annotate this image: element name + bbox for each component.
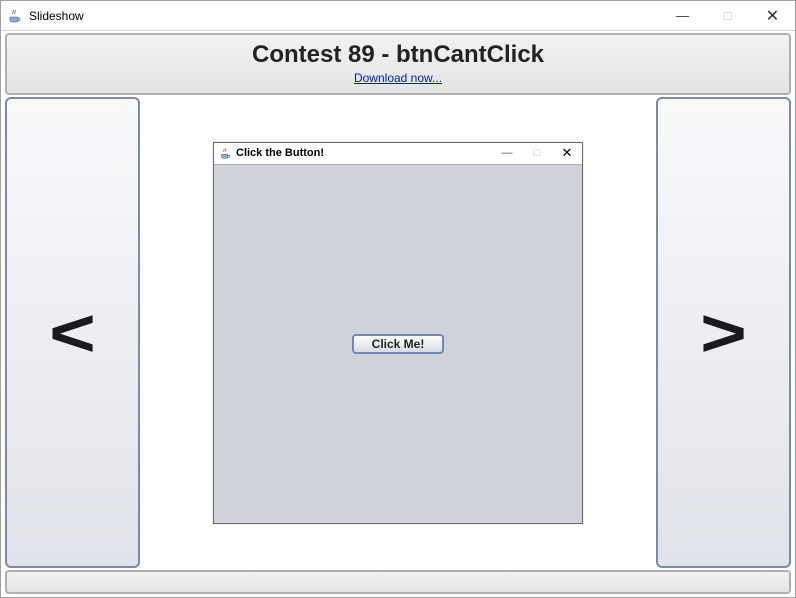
close-button[interactable]: ✕: [750, 1, 795, 30]
inner-titlebar: Click the Button! — □ ✕: [214, 143, 582, 165]
chevron-right-icon: >: [700, 299, 747, 367]
maximize-button[interactable]: □: [705, 1, 750, 30]
outer-window-controls: — □ ✕: [660, 1, 795, 30]
download-link[interactable]: Download now...: [354, 71, 442, 85]
prev-button[interactable]: <: [5, 97, 140, 568]
header-panel: Contest 89 - btnCantClick Download now..…: [5, 33, 791, 95]
main-area: < Click the Button! —: [5, 97, 791, 568]
inner-window-body: Click Me!: [214, 165, 582, 523]
inner-minimize-button[interactable]: —: [492, 143, 522, 164]
outer-titlebar: Slideshow — □ ✕: [1, 1, 795, 31]
minimize-button[interactable]: —: [660, 1, 705, 30]
java-icon: [7, 8, 23, 24]
inner-close-button[interactable]: ✕: [552, 143, 582, 164]
slideshow-window: Slideshow — □ ✕ Contest 89 - btnCantClic…: [0, 0, 796, 598]
inner-window-title: Click the Button!: [236, 147, 324, 159]
next-button[interactable]: >: [656, 97, 791, 568]
status-bar: [5, 570, 791, 594]
slide-area: Click the Button! — □ ✕ Click Me!: [144, 97, 652, 568]
java-icon: [218, 146, 232, 160]
chevron-left-icon: <: [49, 299, 96, 367]
click-me-button[interactable]: Click Me!: [352, 334, 445, 354]
inner-window: Click the Button! — □ ✕ Click Me!: [213, 142, 583, 524]
contest-title: Contest 89 - btnCantClick: [252, 41, 544, 69]
outer-window-title: Slideshow: [29, 9, 84, 23]
inner-maximize-button[interactable]: □: [522, 143, 552, 164]
